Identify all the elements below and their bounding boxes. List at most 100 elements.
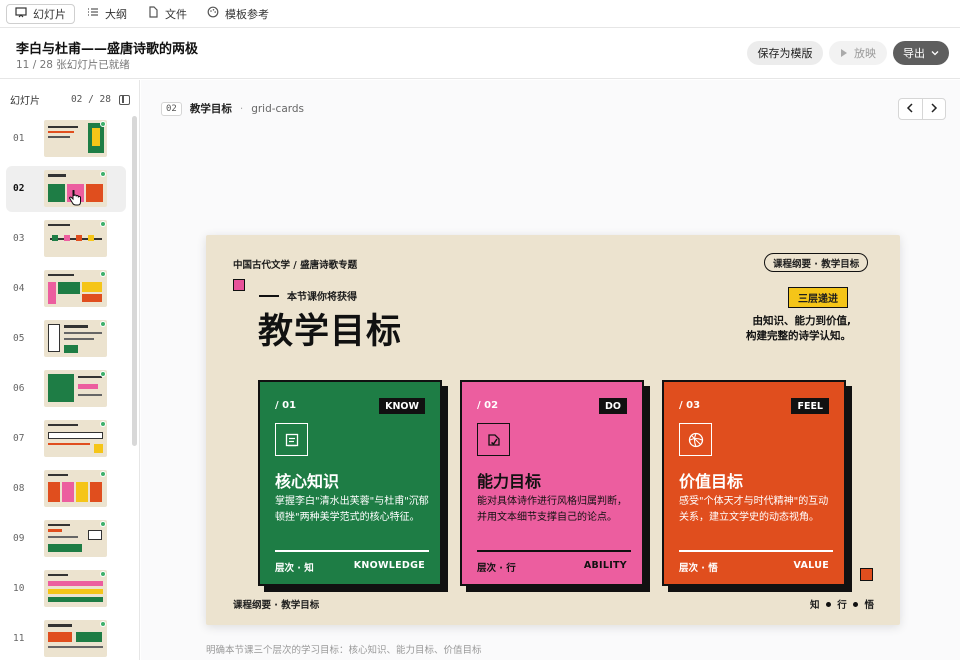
card-divider [679, 550, 833, 552]
footer-word: 行 [837, 600, 847, 611]
next-slide-button[interactable] [923, 99, 946, 119]
tab-label: 大纲 [105, 7, 127, 21]
card-description: 掌握李白"清水出芙蓉"与杜甫"沉郁顿挫"两种美学范式的核心特征。 [275, 496, 429, 523]
bullet-dot [825, 601, 831, 607]
card-number: / 01 [275, 400, 297, 411]
top-tab-bar: 幻灯片 大纲 文件 模板参考 [0, 0, 960, 28]
slide-thumbnail-item[interactable]: 05 [6, 316, 126, 362]
slide-thumbnail-item[interactable]: 08 [6, 466, 126, 512]
slide-thumbnail-item[interactable]: 04 [6, 266, 126, 312]
chevron-down-icon [931, 47, 939, 60]
card-description: 能对具体诗作进行风格归属判断，并用文本细节支撑自己的论点。 [477, 496, 627, 523]
file-icon [147, 6, 159, 21]
slide-thumbnail [44, 120, 107, 157]
slide-pre-heading: 本节课你将获得 [259, 288, 357, 303]
slide-number: 02 [13, 183, 25, 194]
tab-template-reference[interactable]: 模板参考 [199, 4, 277, 24]
slide-note: 由知识、能力到价值, 构建完整的诗学认知。 [706, 314, 851, 344]
card-number: / 03 [679, 400, 701, 411]
slide-thumbnail [44, 320, 107, 357]
slide-thumbnail-item[interactable]: 11 [6, 616, 126, 662]
slide-number: 04 [13, 283, 25, 294]
slide-number: 08 [13, 483, 25, 494]
tab-slides[interactable]: 幻灯片 [6, 3, 75, 24]
palette-icon [207, 6, 219, 21]
compass-icon [679, 423, 712, 456]
save-as-template-button[interactable]: 保存为模版 [747, 41, 823, 65]
tab-label: 文件 [165, 7, 187, 21]
document-title: 李白与杜甫——盛唐诗歌的两极 [16, 42, 199, 57]
editor-canvas: 02 教学目标 · grid-cards 中国古代文学 / 盛唐诗歌专题 课程纲… [141, 80, 960, 660]
sidebar-header: 幻灯片 02 / 28 [10, 92, 130, 107]
slide-thumbnail [44, 270, 107, 307]
slide-number-badge: 02 [161, 101, 182, 116]
slide-thumbnail-item[interactable]: 01 [6, 116, 126, 162]
slide-thumbnail [44, 470, 107, 507]
export-button[interactable]: 导出 [893, 41, 949, 65]
slide-number: 10 [13, 583, 25, 594]
slide-preview[interactable]: 中国古代文学 / 盛唐诗歌专题 课程纲要 · 教学目标 本节课你将获得 教学目标… [206, 235, 900, 625]
slide-thumbnail-item[interactable]: 07 [6, 416, 126, 462]
card-divider [275, 550, 429, 552]
previous-slide-button[interactable] [899, 99, 923, 119]
sidebar-scrollbar[interactable] [132, 116, 137, 446]
card-category: KNOWLEDGE [353, 560, 425, 571]
breadcrumb-separator: · [239, 102, 244, 115]
tab-outline[interactable]: 大纲 [79, 4, 135, 24]
card-number: / 02 [477, 400, 499, 411]
present-button[interactable]: 放映 [829, 41, 887, 65]
card-category: ABILITY [583, 560, 627, 571]
slide-thumbnail [44, 620, 107, 657]
progression-badge: 三层递进 [788, 287, 848, 308]
present-label: 放映 [854, 47, 876, 60]
goal-card-value: / 03 FEEL 价值目标 感受"个体天才与时代精神"的互动关系，建立文学史的… [662, 380, 846, 586]
slide-name: 教学目标 [189, 103, 232, 115]
slide-thumbnail [44, 520, 107, 557]
book-icon [275, 423, 308, 456]
card-category: VALUE [793, 560, 829, 571]
slide-section-tag: 课程纲要 · 教学目标 [764, 253, 869, 272]
document-status: 11 / 28 张幻灯片已就绪 [16, 59, 130, 71]
hand-pointer-icon [68, 189, 82, 210]
slide-heading: 教学目标 [258, 312, 403, 352]
slide-thumbnail [44, 420, 107, 457]
layout-name: grid-cards [251, 102, 305, 115]
card-level: 层次 · 行 [477, 563, 516, 574]
slide-thumbnail [44, 220, 107, 257]
card-badge: FEEL [791, 398, 829, 414]
breadcrumb: 02 教学目标 · grid-cards [161, 101, 304, 116]
slide-thumbnail [44, 570, 107, 607]
chevron-right-icon [930, 102, 938, 116]
note-line: 由知识、能力到价值, [752, 315, 852, 327]
card-divider [477, 550, 631, 552]
slide-number: 06 [13, 383, 25, 394]
slide-thumbnail-item[interactable]: 06 [6, 366, 126, 412]
slide-number: 07 [13, 433, 25, 444]
footer-word: 悟 [864, 600, 874, 611]
pink-square-decoration [233, 279, 245, 291]
tab-files[interactable]: 文件 [139, 4, 195, 24]
edit-icon [477, 423, 510, 456]
chevron-left-icon [906, 102, 914, 116]
slide-thumbnail-item[interactable]: 09 [6, 516, 126, 562]
note-line: 构建完整的诗学认知。 [746, 330, 851, 342]
pre-heading-text: 本节课你将获得 [287, 292, 357, 303]
goal-card-ability: / 02 DO 能力目标 能对具体诗作进行风格归属判断，并用文本细节支撑自己的论… [460, 380, 644, 586]
slide-sidebar: 幻灯片 02 / 28 01 02 03 04 05 06 07 08 09 1… [0, 80, 140, 660]
card-level: 层次 · 悟 [679, 563, 718, 574]
slide-thumbnail-item[interactable]: 03 [6, 216, 126, 262]
export-label: 导出 [903, 47, 925, 60]
slide-thumbnail [44, 370, 107, 407]
slide-thumbnail-item[interactable]: 10 [6, 566, 126, 612]
slide-footer-left: 课程纲要 · 教学目标 [233, 600, 320, 611]
slides-icon [15, 6, 27, 21]
panel-toggle-icon[interactable] [119, 94, 130, 105]
slide-caption: 明确本节课三个层次的学习目标：核心知识、能力目标、价值目标 [206, 645, 482, 656]
slide-number: 01 [13, 133, 25, 144]
tab-label: 模板参考 [225, 7, 269, 21]
footer-word: 知 [810, 600, 820, 611]
slide-number: 05 [13, 333, 25, 344]
slide-thumbnail-item[interactable]: 02 [6, 166, 126, 212]
card-description: 感受"个体天才与时代精神"的互动关系，建立文学史的动态视角。 [679, 496, 829, 523]
card-title: 价值目标 [679, 472, 744, 491]
